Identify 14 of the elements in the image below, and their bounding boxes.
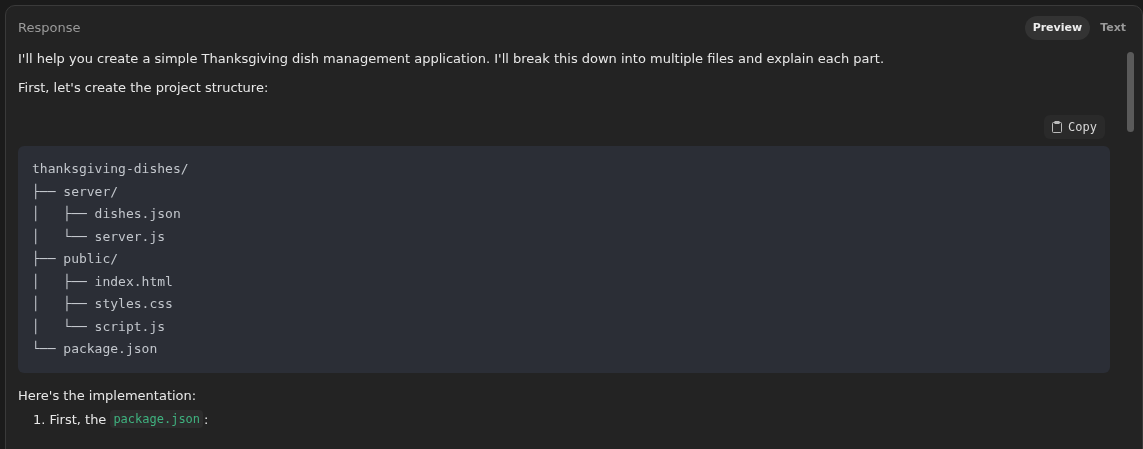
- list-number: 1.: [33, 410, 46, 429]
- body-text: First, let's create the project structure:: [18, 79, 270, 97]
- scrollbar-thumb[interactable]: [1127, 52, 1134, 132]
- body-text: I'll help you create a simple Thanksgiving dish management application. I'll break this down into multiple files and explain each part.: [18, 50, 886, 68]
- body-text: Here's the implementation:: [18, 386, 198, 405]
- view-tab[interactable]: Text: [1092, 16, 1134, 40]
- panel-title: Response: [18, 19, 81, 38]
- list-text: :: [204, 410, 209, 429]
- code-block: thanksgiving-dishes/ ├── server/ │ ├── dishes.json │ └── server.js ├── public/ │ ├── index.html │ ├── styles.css │ └── script.js └── package.json: [18, 146, 1110, 373]
- view-tab[interactable]: Preview: [1024, 16, 1091, 40]
- list-text: First, the: [49, 410, 107, 429]
- inline-code: package.json: [110, 410, 204, 429]
- copy-button[interactable]: Copy: [1044, 115, 1105, 139]
- clipboard-icon: [1052, 121, 1063, 133]
